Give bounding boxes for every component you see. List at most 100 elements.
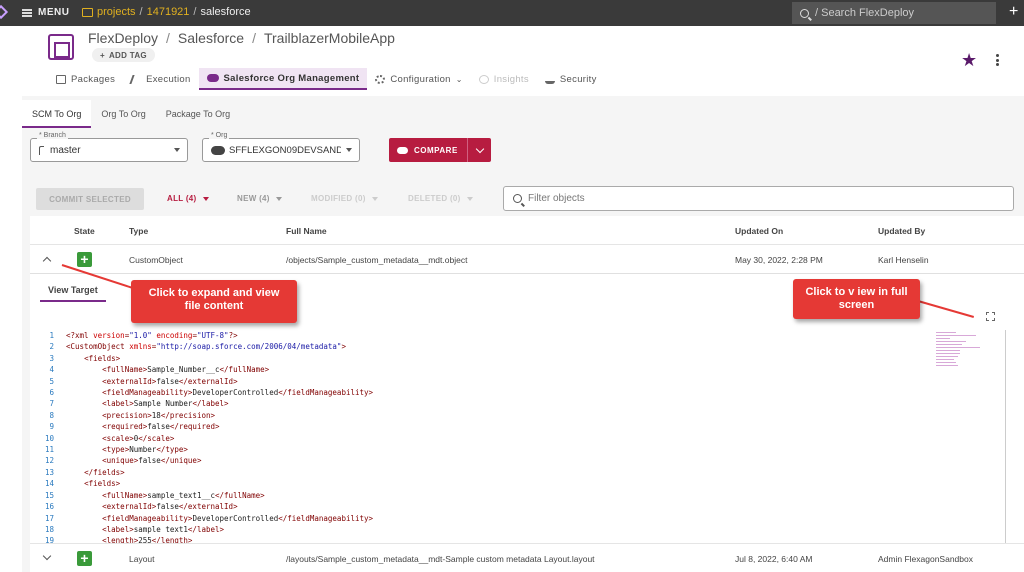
folder-icon xyxy=(82,7,93,17)
tab-insights[interactable]: Insights xyxy=(471,68,537,90)
code-line: 18 <label>sample text1</label> xyxy=(40,524,1006,535)
branch-value: master xyxy=(50,144,81,156)
line-number: 2 xyxy=(49,342,54,352)
code-line: 7 <label>Sample Number</label> xyxy=(40,398,1006,409)
caret-down-icon xyxy=(371,196,378,201)
line-number: 6 xyxy=(49,388,54,398)
code-minimap[interactable] xyxy=(936,332,990,374)
tab-org-to-org[interactable]: Org To Org xyxy=(91,100,155,128)
application-icon xyxy=(48,34,74,60)
column-header-full-name: Full Name xyxy=(286,226,327,236)
line-number: 10 xyxy=(44,433,54,443)
tab-label: Configuration xyxy=(390,73,451,85)
compare-button[interactable]: COMPARE xyxy=(389,138,491,162)
breadcrumb-separator: / xyxy=(193,6,197,18)
tab-view-target[interactable]: View Target xyxy=(40,280,106,302)
line-number: 3 xyxy=(49,353,54,363)
branch-select[interactable]: * Branch master xyxy=(30,132,188,162)
tab-configuration[interactable]: Configuration ⌄ xyxy=(367,68,470,90)
tab-package-to-org[interactable]: Package To Org xyxy=(156,100,240,128)
add-tag-button[interactable]: + ADD TAG xyxy=(92,48,155,62)
line-number: 11 xyxy=(44,445,54,455)
tab-security[interactable]: Security xyxy=(537,68,605,90)
line-number: 13 xyxy=(44,467,54,477)
row-full-name: /layouts/Sample_custom_metadata__mdt-Sam… xyxy=(286,554,595,564)
breadcrumb-current: salesforce xyxy=(200,6,251,18)
filter-modified[interactable]: MODIFIED (0) xyxy=(311,194,378,203)
sub-tabs: SCM To Org Org To Org Package To Org xyxy=(22,100,240,128)
code-viewer[interactable]: 1 <?xml version="1.0" encoding="UTF-8"?> 2… xyxy=(40,330,1006,545)
row-updated-by: Admin FlexagonSandbox xyxy=(878,554,973,564)
add-tag-label: ADD TAG xyxy=(108,50,147,60)
fullscreen-icon[interactable] xyxy=(986,312,995,321)
compare-main[interactable]: COMPARE xyxy=(389,138,467,162)
code-line: 9 <required>false</required> xyxy=(40,421,1006,432)
dropdown-caret-icon xyxy=(346,148,352,152)
favorite-star-icon[interactable]: ★ xyxy=(961,50,977,71)
tab-salesforce-org-management[interactable]: Salesforce Org Management xyxy=(198,68,368,90)
salesforce-cloud-icon xyxy=(211,145,225,155)
chart-icon xyxy=(478,74,489,84)
global-search-input[interactable]: / Search FlexDeploy xyxy=(792,2,996,24)
table-header: State Type Full Name Updated On Updated … xyxy=(30,216,1024,244)
collapse-chevron-icon[interactable] xyxy=(42,256,52,266)
row-type: CustomObject xyxy=(129,255,183,265)
chevron-down-icon xyxy=(475,144,484,153)
code-line: 3 <fields> xyxy=(40,353,1006,364)
row-type: Layout xyxy=(129,554,155,564)
line-number: 4 xyxy=(49,365,54,375)
search-icon xyxy=(800,8,809,18)
filter-placeholder: Filter objects xyxy=(528,193,585,204)
title-separator: / xyxy=(166,30,170,46)
code-text: <fields> xyxy=(84,353,121,363)
tab-label: Insights xyxy=(493,73,529,85)
filter-new[interactable]: NEW (4) xyxy=(237,194,282,203)
line-number: 17 xyxy=(44,513,54,523)
dropdown-caret-icon xyxy=(174,148,180,152)
code-text: <fullName>sample_text1__c</fullName> xyxy=(102,490,265,500)
tab-execution[interactable]: Execution xyxy=(123,68,198,90)
salesforce-cloud-icon xyxy=(397,146,408,154)
vertical-scrollbar[interactable] xyxy=(1005,330,1006,544)
filter-label: DELETED (0) xyxy=(408,194,461,203)
code-text: <scale>0</scale> xyxy=(102,433,175,443)
title-part-flexdeploy[interactable]: FlexDeploy xyxy=(88,30,158,46)
table-row[interactable]: + CustomObject /objects/Sample_custom_me… xyxy=(30,244,1024,273)
line-number: 8 xyxy=(49,410,54,420)
compare-dropdown[interactable] xyxy=(467,138,491,162)
org-value: SFFLEXGON09DEVSANDE xyxy=(229,144,341,156)
expand-chevron-icon[interactable] xyxy=(42,551,52,561)
filter-deleted[interactable]: DELETED (0) xyxy=(408,194,473,203)
gear-icon xyxy=(375,74,386,84)
code-text: <externalId>false</externalId> xyxy=(102,502,238,512)
breadcrumb-project-id[interactable]: 1471921 xyxy=(147,6,190,18)
line-number: 12 xyxy=(44,456,54,466)
add-icon[interactable]: + xyxy=(1009,3,1018,21)
org-label: * Org xyxy=(209,132,230,139)
breadcrumb: projects / 1471921 / salesforce xyxy=(82,6,251,18)
code-line: 13 </fields> xyxy=(40,467,1006,478)
filter-all[interactable]: ALL (4) xyxy=(167,194,209,203)
tab-packages[interactable]: Packages xyxy=(48,68,123,90)
nav-tabs: Packages Execution Salesforce Org Manage… xyxy=(48,68,605,90)
salesforce-cloud-icon xyxy=(206,74,219,82)
row-updated-on: May 30, 2022, 2:28 PM xyxy=(735,255,823,265)
new-state-icon: + xyxy=(77,252,92,267)
chevron-down-icon: ⌄ xyxy=(455,74,463,84)
table-row[interactable]: + Layout /layouts/Sample_custom_metadata… xyxy=(30,543,1024,572)
org-select[interactable]: * Org SFFLEXGON09DEVSANDE xyxy=(202,132,360,162)
title-part-salesforce[interactable]: Salesforce xyxy=(178,30,244,46)
code-text: <unique>false</unique> xyxy=(102,456,202,466)
code-text: <required>false</required> xyxy=(102,422,220,432)
title-separator: / xyxy=(252,30,256,46)
commit-selected-button[interactable]: COMMIT SELECTED xyxy=(36,188,144,210)
search-icon xyxy=(513,194,522,203)
compare-label: COMPARE xyxy=(414,145,458,155)
column-header-updated-by: Updated By xyxy=(878,226,926,236)
more-options-icon[interactable] xyxy=(996,54,999,66)
tab-scm-to-org[interactable]: SCM To Org xyxy=(22,100,92,128)
breadcrumb-projects[interactable]: projects xyxy=(97,6,136,18)
hamburger-icon xyxy=(22,8,32,17)
filter-objects-input[interactable]: Filter objects xyxy=(503,186,1014,211)
menu-button[interactable]: MENU xyxy=(22,7,69,18)
